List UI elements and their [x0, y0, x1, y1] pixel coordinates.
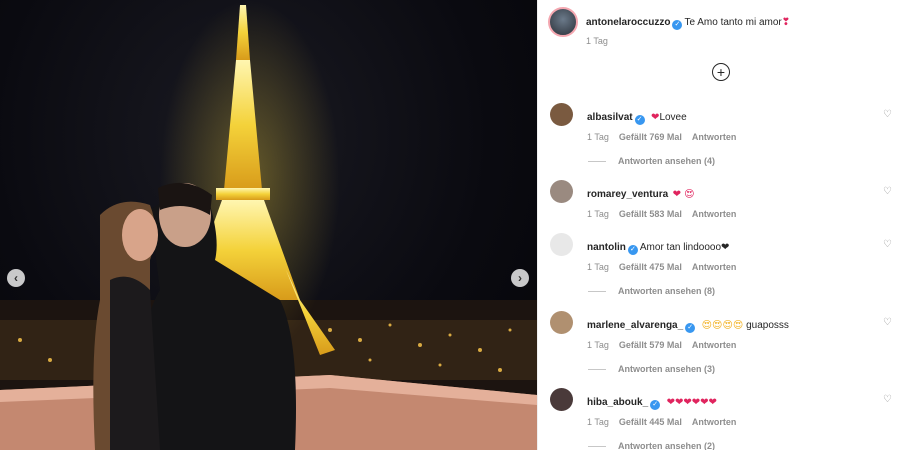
view-replies-button[interactable]: Antworten ansehen (3) — [588, 364, 715, 374]
comment-text: guaposss — [743, 320, 789, 331]
comment-avatar[interactable] — [550, 103, 573, 126]
reply-button[interactable]: Antworten — [692, 262, 737, 272]
plus-circle-icon[interactable]: + — [712, 63, 730, 81]
heart-outline-icon[interactable]: ♡ — [883, 186, 892, 197]
view-replies-button[interactable]: Antworten ansehen (8) — [588, 286, 715, 296]
reply-button[interactable]: Antworten — [692, 340, 737, 350]
comment-likes[interactable]: Gefällt 579 Mal — [619, 340, 682, 350]
author-avatar[interactable] — [548, 7, 578, 37]
post-caption: antonelaroccuzzo ✓ Te Amo tanto mi amor❣ 1… — [548, 7, 890, 57]
comment-line: albasilvat ✓ ❤Lovee — [587, 107, 687, 125]
comment-username[interactable]: albasilvat — [587, 112, 633, 123]
author-username[interactable]: antonelaroccuzzo — [586, 17, 670, 28]
comment-emoji: 😍😍😍😍 — [701, 320, 744, 331]
comment-username[interactable]: nantolin — [587, 242, 626, 253]
comment-meta: 1 Tag Gefällt 579 Mal Antworten — [587, 340, 746, 350]
comment-avatar[interactable] — [550, 311, 573, 334]
view-replies-button[interactable]: Antworten ansehen (2) — [588, 441, 715, 450]
view-replies-button[interactable]: Antworten ansehen (4) — [588, 156, 715, 166]
reply-button[interactable]: Antworten — [692, 132, 737, 142]
heart-outline-icon[interactable]: ♡ — [883, 394, 892, 405]
comment: albasilvat ✓ ❤Lovee 1 Tag Gefällt 769 Mal A… — [550, 103, 892, 179]
comment-meta: 1 Tag Gefällt 583 Mal Antworten — [587, 209, 746, 219]
comment-username[interactable]: romarey_ventura — [587, 189, 668, 200]
heart-outline-icon[interactable]: ♡ — [883, 109, 892, 120]
comment-avatar[interactable] — [550, 233, 573, 256]
comment-likes[interactable]: Gefällt 445 Mal — [619, 417, 682, 427]
caption-text: Te Amo tanto mi amor — [684, 17, 782, 28]
comment-line: nantolin ✓ Amor tan lindoooo❤ — [587, 237, 729, 255]
comment-time[interactable]: 1 Tag — [587, 340, 609, 350]
comment: hiba_abouk_ ✓ ❤❤❤❤❤❤ 1 Tag Gefällt 445 Mal… — [550, 388, 892, 450]
comment-likes[interactable]: Gefällt 475 Mal — [619, 262, 682, 272]
comment: marlene_alvarenga_ ✓ 😍😍😍😍 guaposss 1 Tag G… — [550, 311, 892, 387]
comment-line: hiba_abouk_ ✓ ❤❤❤❤❤❤ — [587, 392, 717, 410]
comment-username[interactable]: hiba_abouk_ — [587, 397, 648, 408]
verified-badge-icon: ✓ — [672, 20, 683, 30]
comment-emoji: ❤ 😍 — [672, 189, 695, 200]
comment-emoji: ❤❤❤❤❤❤ — [666, 397, 717, 408]
comment-avatar[interactable] — [550, 388, 573, 411]
comment-line: marlene_alvarenga_ ✓ 😍😍😍😍 guaposss — [587, 315, 789, 333]
comment-likes[interactable]: Gefällt 769 Mal — [619, 132, 682, 142]
comment-text: Amor tan lindoooo❤ — [639, 242, 730, 253]
verified-badge-icon: ✓ — [627, 245, 638, 255]
post-photo: ‹ › — [0, 0, 537, 450]
reply-button[interactable]: Antworten — [692, 209, 737, 219]
heart-outline-icon[interactable]: ♡ — [883, 317, 892, 328]
comment-meta: 1 Tag Gefällt 769 Mal Antworten — [587, 132, 746, 142]
heart-outline-icon[interactable]: ♡ — [883, 239, 892, 250]
comment-line: romarey_ventura ❤ 😍 — [587, 184, 695, 202]
comment-username[interactable]: marlene_alvarenga_ — [587, 320, 683, 331]
comment-text: Lovee — [659, 112, 687, 123]
comment-meta: 1 Tag Gefällt 445 Mal Antworten — [587, 417, 746, 427]
comment-avatar[interactable] — [550, 180, 573, 203]
comments-pane: antonelaroccuzzo ✓ Te Amo tanto mi amor❣ 1… — [537, 0, 900, 450]
chevron-right-icon[interactable]: › — [511, 269, 529, 287]
paris-night-photo — [0, 0, 537, 450]
caption-line: antonelaroccuzzo ✓ Te Amo tanto mi amor❣ — [586, 12, 790, 30]
comment-meta: 1 Tag Gefällt 475 Mal Antworten — [587, 262, 746, 272]
verified-badge-icon: ✓ — [685, 323, 696, 333]
verified-badge-icon: ✓ — [650, 400, 661, 410]
comment-time[interactable]: 1 Tag — [587, 262, 609, 272]
comment-time[interactable]: 1 Tag — [587, 132, 609, 142]
chevron-left-icon[interactable]: ‹ — [7, 269, 25, 287]
comment-time[interactable]: 1 Tag — [587, 209, 609, 219]
comment: nantolin ✓ Amor tan lindoooo❤ 1 Tag Gefällt… — [550, 233, 892, 309]
caption-emoji: ❣ — [781, 17, 791, 28]
post-time[interactable]: 1 Tag — [586, 36, 608, 46]
comment-time[interactable]: 1 Tag — [587, 417, 609, 427]
reply-button[interactable]: Antworten — [692, 417, 737, 427]
comment-likes[interactable]: Gefällt 583 Mal — [619, 209, 682, 219]
verified-badge-icon: ✓ — [634, 115, 645, 125]
